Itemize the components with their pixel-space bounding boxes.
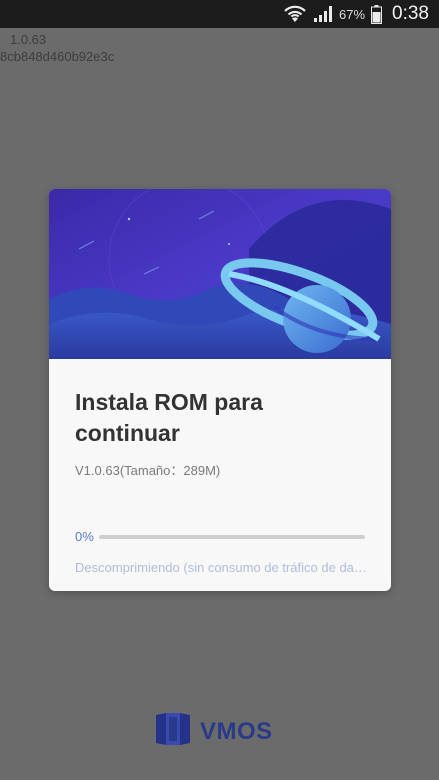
background-hash-text: 8cb848d460b92e3c [0,49,115,64]
dialog-title: Instala ROM para continuar [75,389,263,446]
progress-percent: 0% [75,529,94,544]
battery-icon [371,4,383,24]
signal-icon [313,5,333,23]
background-version-text: 1.0.63 [10,32,47,47]
progress-status-text: Descomprimiendo (sin consumo de tráfico … [75,560,367,575]
wifi-icon [283,4,307,24]
install-rom-dialog: Instala ROM para continuar V1.0.63(Tamañ… [49,189,391,591]
dialog-body: Instala ROM para continuar V1.0.63(Tamañ… [49,359,391,575]
progress-bar [99,534,365,539]
status-bar: 67% 0:38 [0,0,439,28]
vmos-logo-text: VMOS [200,717,273,745]
space-banner-illustration [49,189,391,359]
clock: 0:38 [392,3,429,24]
vmos-logo: VMOS [154,711,273,752]
progress-row: 0% [75,529,365,544]
rom-version-size: V1.0.63(Tamaño：289M) [75,463,221,478]
battery-percent: 67% [338,6,366,22]
vmos-cube-icon [154,711,192,752]
